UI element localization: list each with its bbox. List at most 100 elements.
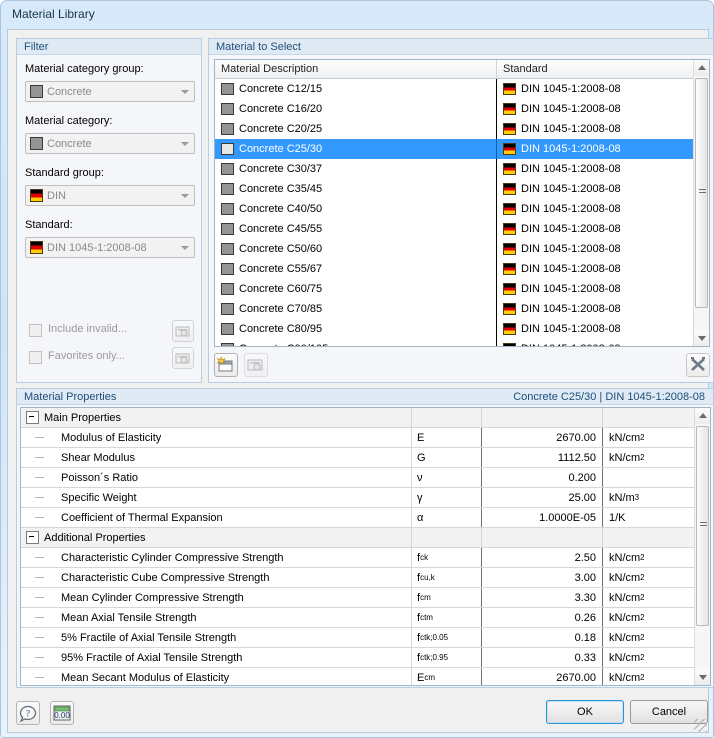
- material-standard-cell: DIN 1045-1:2008-08: [496, 119, 693, 139]
- chevron-down-icon[interactable]: [177, 134, 194, 153]
- table-row[interactable]: Concrete C25/30 DIN 1045-1:2008-08: [215, 139, 693, 159]
- property-row[interactable]: Specific Weight γ 25.00 kN/m 3: [21, 488, 695, 508]
- property-row[interactable]: Shear Modulus G 1112.50 kN/cm 2: [21, 448, 695, 468]
- material-standard-text: DIN 1045-1:2008-08: [521, 323, 621, 335]
- units-and-decimals-button[interactable]: 0.00: [50, 701, 74, 725]
- collapse-toggle-icon[interactable]: [26, 411, 39, 424]
- properties-scroll-thumb[interactable]: [696, 426, 709, 626]
- favorites-only-settings-button[interactable]: [172, 347, 194, 369]
- property-row[interactable]: Poisson´s Ratio ν 0.200: [21, 468, 695, 488]
- material-standard-text: DIN 1045-1:2008-08: [521, 83, 621, 95]
- include-invalid-checkbox[interactable]: [29, 324, 42, 337]
- filter-group-caption: Filter: [17, 39, 201, 55]
- table-row[interactable]: Concrete C80/95 DIN 1045-1:2008-08: [215, 319, 693, 339]
- property-value-cell[interactable]: 0.33: [481, 648, 603, 667]
- property-value-cell[interactable]: 25.00: [481, 488, 603, 507]
- property-group-row[interactable]: Additional Properties: [21, 528, 695, 548]
- property-symbol-cell: f cu,k: [411, 568, 481, 587]
- column-header-standard[interactable]: Standard: [496, 60, 693, 78]
- property-value-cell[interactable]: 2670.00: [481, 428, 603, 447]
- scroll-grip-icon: [700, 522, 707, 528]
- table-row[interactable]: Concrete C30/37 DIN 1045-1:2008-08: [215, 159, 693, 179]
- property-value-cell[interactable]: 3.00: [481, 568, 603, 587]
- collapse-toggle-icon[interactable]: [26, 531, 39, 544]
- standard-group-combo[interactable]: DIN: [25, 185, 195, 206]
- material-properties-table[interactable]: Main Properties Modulus of Elasticity E 267…: [20, 407, 711, 686]
- property-row[interactable]: Mean Cylinder Compressive Strength f cm 3.3…: [21, 588, 695, 608]
- material-standard-text: DIN 1045-1:2008-08: [521, 143, 621, 155]
- property-value-cell[interactable]: 1.0000E-05: [481, 508, 603, 527]
- column-header-description[interactable]: Material Description: [215, 60, 496, 78]
- table-row[interactable]: Concrete C35/45 DIN 1045-1:2008-08: [215, 179, 693, 199]
- material-description-text: Concrete C50/60: [239, 243, 323, 255]
- property-row[interactable]: Modulus of Elasticity E 2670.00 kN/cm 2: [21, 428, 695, 448]
- table-row[interactable]: Concrete C40/50 DIN 1045-1:2008-08: [215, 199, 693, 219]
- tree-branch-icon: [21, 448, 61, 467]
- include-invalid-settings-button[interactable]: [172, 320, 194, 342]
- property-row[interactable]: Coefficient of Thermal Expansion α 1.0000E…: [21, 508, 695, 528]
- property-row[interactable]: Mean Secant Modulus of Elasticity Ecm 2670…: [21, 668, 695, 685]
- german-flag-icon: [503, 163, 516, 175]
- property-name-label: Shear Modulus: [61, 451, 135, 464]
- resize-grip[interactable]: [694, 719, 707, 732]
- properties-scrollbar[interactable]: [694, 408, 710, 685]
- property-value-cell[interactable]: 1112.50: [481, 448, 603, 467]
- material-standard-cell: DIN 1045-1:2008-08: [496, 239, 693, 259]
- german-flag-icon: [30, 189, 43, 202]
- property-row[interactable]: 5% Fractile of Axial Tensile Strength f ct…: [21, 628, 695, 648]
- property-value-cell[interactable]: 0.200: [481, 468, 603, 487]
- property-symbol-subscript: cu,k: [420, 573, 435, 582]
- property-row[interactable]: Mean Axial Tensile Strength f ctm 0.26 kN/cm…: [21, 608, 695, 628]
- material-category-group-combo[interactable]: Concrete: [25, 81, 195, 102]
- material-description-text: Concrete C16/20: [239, 103, 323, 115]
- property-row[interactable]: 95% Fractile of Axial Tensile Strength f c…: [21, 648, 695, 668]
- material-standard-text: DIN 1045-1:2008-08: [521, 243, 621, 255]
- material-list-scrollbar[interactable]: [693, 60, 709, 346]
- material-standard-text: DIN 1045-1:2008-08: [521, 303, 621, 315]
- chevron-down-icon[interactable]: [177, 186, 194, 205]
- chevron-down-icon[interactable]: [177, 238, 194, 257]
- help-button[interactable]: ?: [16, 701, 40, 725]
- properties-scroll-down-button[interactable]: [695, 669, 710, 685]
- standard-group-label: Standard group:: [25, 167, 104, 179]
- scroll-up-button[interactable]: [694, 60, 709, 76]
- property-symbol-main: γ: [417, 491, 423, 504]
- scroll-down-button[interactable]: [694, 330, 709, 346]
- property-value-cell[interactable]: 2670.00: [481, 668, 603, 685]
- edit-material-button[interactable]: [244, 353, 268, 377]
- chevron-down-icon[interactable]: [177, 82, 194, 101]
- table-row[interactable]: Concrete C55/67 DIN 1045-1:2008-08: [215, 259, 693, 279]
- property-row[interactable]: Characteristic Cube Compressive Strength…: [21, 568, 695, 588]
- property-value-cell[interactable]: 0.26: [481, 608, 603, 627]
- delete-material-button[interactable]: [686, 353, 710, 377]
- table-row[interactable]: Concrete C70/85 DIN 1045-1:2008-08: [215, 299, 693, 319]
- property-unit-main: kN/m: [609, 491, 635, 504]
- material-list[interactable]: Material Description Standard Concrete C…: [214, 59, 710, 347]
- property-group-row[interactable]: Main Properties: [21, 408, 695, 428]
- new-material-button[interactable]: [214, 353, 238, 377]
- table-row[interactable]: Concrete C16/20 DIN 1045-1:2008-08: [215, 99, 693, 119]
- properties-scroll-up-button[interactable]: [695, 408, 710, 424]
- material-standard-text: DIN 1045-1:2008-08: [521, 343, 621, 346]
- property-value-cell[interactable]: 0.18: [481, 628, 603, 647]
- scroll-thumb[interactable]: [695, 78, 708, 308]
- favorites-only-checkbox[interactable]: [29, 351, 42, 364]
- table-row[interactable]: Concrete C12/15 DIN 1045-1:2008-08: [215, 79, 693, 99]
- table-row[interactable]: Concrete C90/105 DIN 1045-1:2008-08: [215, 339, 693, 346]
- material-category-combo[interactable]: Concrete: [25, 133, 195, 154]
- property-name-cell: 95% Fractile of Axial Tensile Strength: [21, 648, 411, 667]
- property-symbol-cell: [411, 528, 481, 547]
- property-value-text: 0.18: [574, 631, 596, 644]
- property-value-cell[interactable]: 3.30: [481, 588, 603, 607]
- table-row[interactable]: Concrete C60/75 DIN 1045-1:2008-08: [215, 279, 693, 299]
- ok-button[interactable]: OK: [546, 700, 624, 724]
- table-row[interactable]: Concrete C20/25 DIN 1045-1:2008-08: [215, 119, 693, 139]
- material-standard-cell: DIN 1045-1:2008-08: [496, 259, 693, 279]
- table-row[interactable]: Concrete C45/55 DIN 1045-1:2008-08: [215, 219, 693, 239]
- property-value-cell[interactable]: 2.50: [481, 548, 603, 567]
- property-row[interactable]: Characteristic Cylinder Compressive Stre…: [21, 548, 695, 568]
- table-row[interactable]: Concrete C50/60 DIN 1045-1:2008-08: [215, 239, 693, 259]
- standard-combo[interactable]: DIN 1045-1:2008-08: [25, 237, 195, 258]
- material-description-cell: Concrete C16/20: [215, 103, 496, 115]
- standard-label: Standard:: [25, 219, 73, 231]
